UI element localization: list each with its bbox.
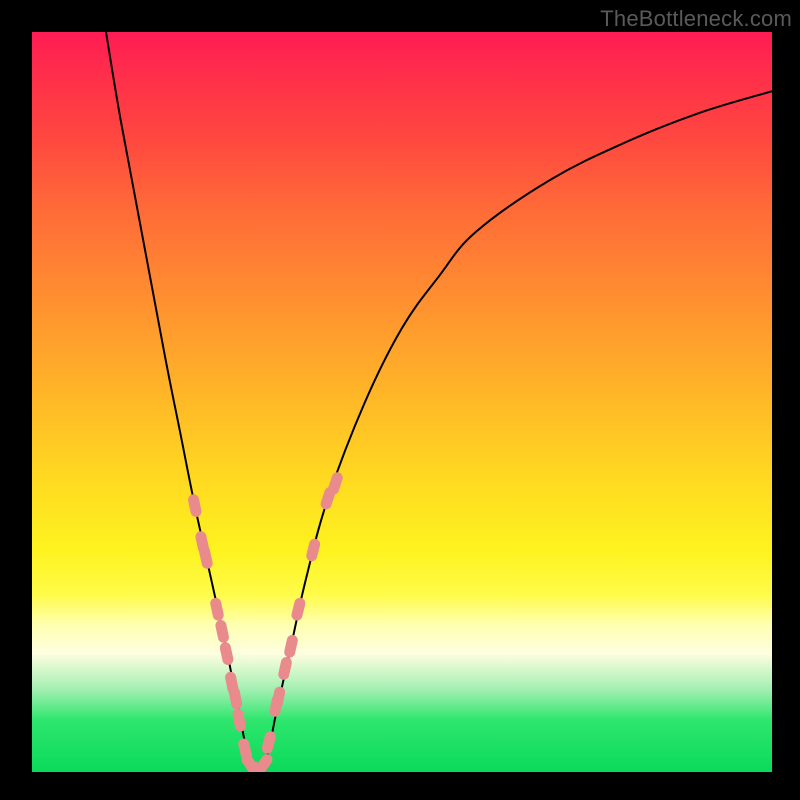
- plot-area: [32, 32, 772, 772]
- data-marker: [194, 500, 196, 512]
- data-marker: [225, 648, 228, 660]
- data-marker: [216, 603, 219, 615]
- data-marker: [267, 737, 270, 749]
- bottleneck-curve-line: [106, 32, 772, 772]
- data-marker: [244, 744, 247, 756]
- data-marker: [297, 603, 300, 615]
- data-marker: [205, 552, 208, 564]
- data-marker: [334, 478, 338, 489]
- data-marker: [277, 692, 280, 704]
- data-marker: [234, 692, 236, 704]
- data-marker: [238, 714, 240, 726]
- data-marker: [284, 663, 287, 675]
- data-marker: [221, 626, 224, 638]
- watermark-text: TheBottleneck.com: [600, 6, 792, 32]
- chart-container: TheBottleneck.com: [0, 0, 800, 800]
- bottleneck-curve-path: [106, 32, 772, 772]
- data-marker: [312, 544, 315, 556]
- data-marker: [326, 493, 330, 504]
- data-marker: [260, 760, 267, 770]
- chart-svg: [32, 32, 772, 772]
- data-marker: [290, 640, 293, 652]
- data-markers: [194, 478, 338, 772]
